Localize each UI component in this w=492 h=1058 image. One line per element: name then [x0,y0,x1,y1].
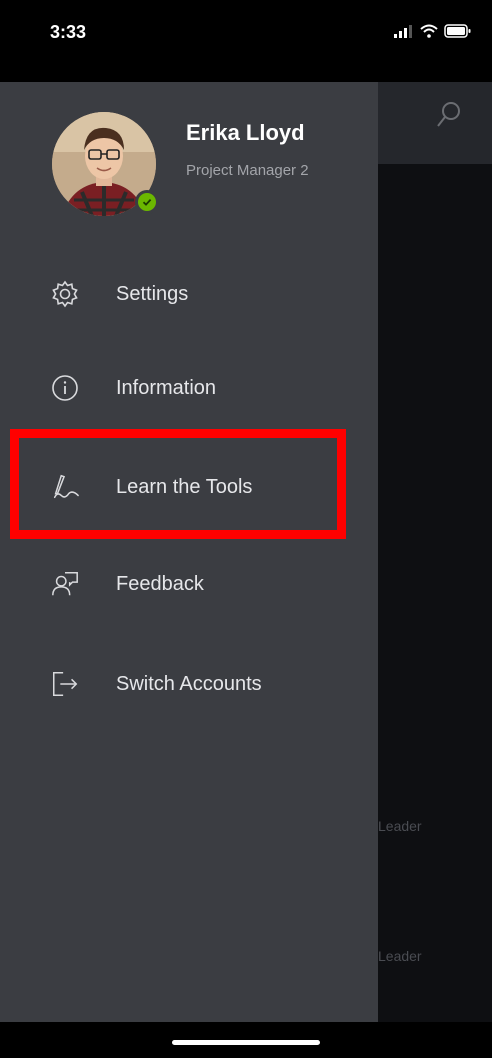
menu-item-information[interactable]: Information [0,348,378,428]
cellular-signal-icon [394,25,412,38]
info-icon [50,373,80,403]
menu-item-settings[interactable]: Settings [0,254,378,334]
gear-icon [50,279,80,309]
battery-icon [444,24,471,38]
home-indicator-bar [0,1022,492,1058]
profile-header[interactable]: Erika Lloyd Project Manager 2 [0,82,378,232]
navigation-drawer: Erika Lloyd Project Manager 2 Settings I… [0,82,378,1022]
search-icon[interactable] [436,100,462,134]
menu-item-label: Information [116,376,217,399]
highlight-annotation [10,429,346,539]
menu-item-feedback[interactable]: Feedback [0,544,378,624]
profile-role: Project Manager 2 [186,162,309,179]
app-screen: 3:33 Leader Leader Erika Lloyd Project M… [0,0,492,1058]
background-list-item-text: Leader [378,948,422,964]
background-list-item-text: Leader [378,818,422,834]
status-bar: 3:33 [0,0,492,82]
background-app[interactable]: Leader Leader [378,82,492,1022]
background-app-header [378,82,492,164]
menu-item-switch-accounts[interactable]: Switch Accounts [0,644,378,724]
feedback-icon [50,569,80,599]
status-time: 3:33 [50,22,87,42]
presence-available-icon [135,190,159,214]
menu-item-label: Settings [116,282,189,305]
status-icons [394,24,472,38]
sign-out-icon [50,669,80,699]
wifi-icon [420,24,438,38]
profile-name: Erika Lloyd [186,120,305,145]
home-indicator[interactable] [172,1040,320,1045]
menu-item-label: Switch Accounts [116,672,262,695]
menu-item-label: Feedback [116,572,204,595]
